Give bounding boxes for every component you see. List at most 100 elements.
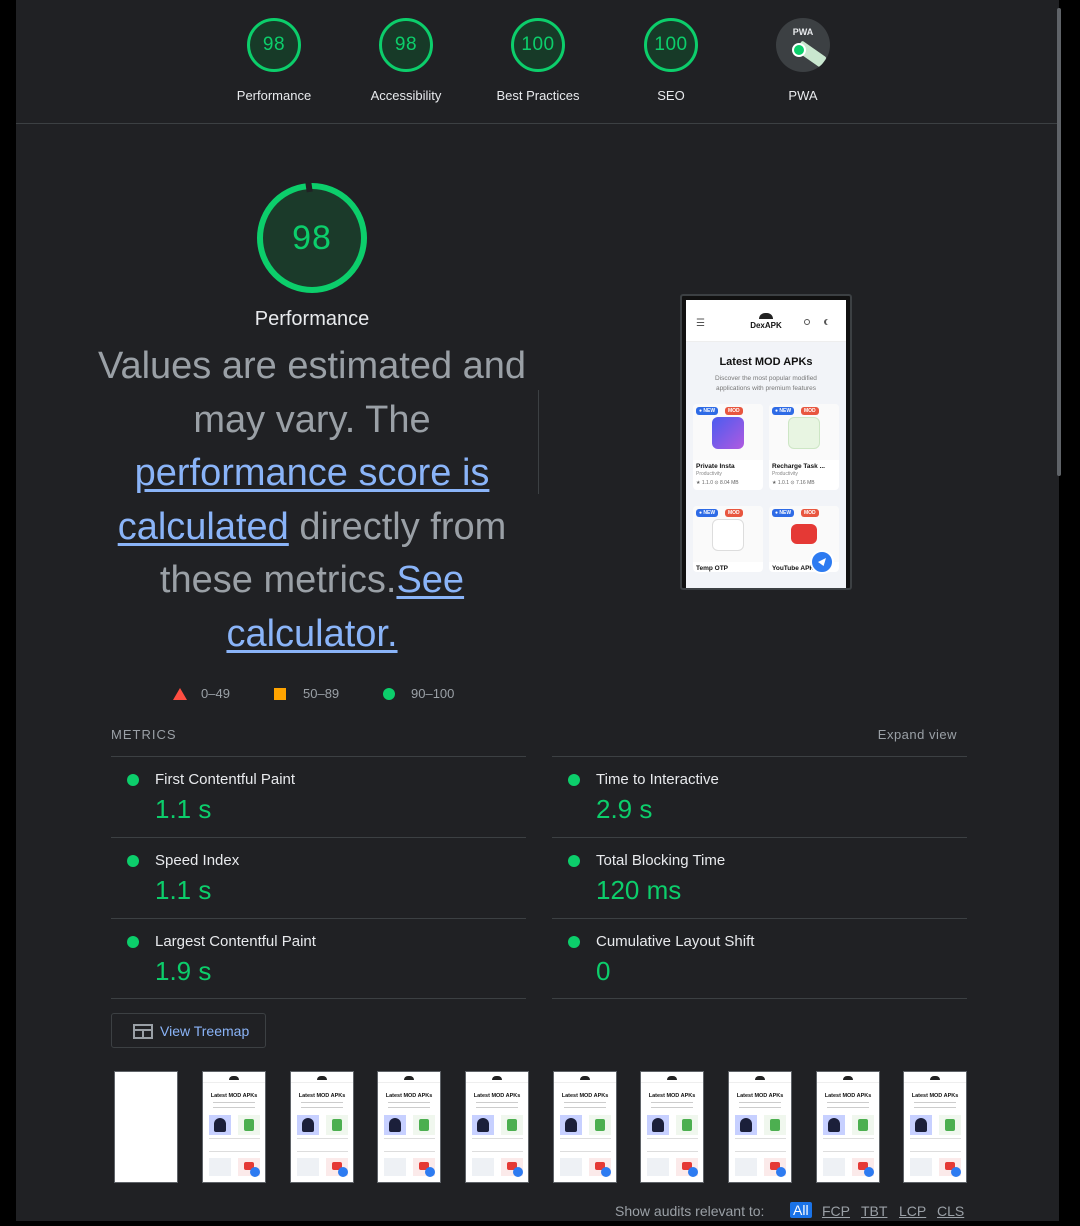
- telegram-icon: [688, 1167, 698, 1177]
- telegram-icon: [810, 550, 834, 574]
- telegram-icon: [864, 1167, 874, 1177]
- metric-name: Largest Contentful Paint: [155, 933, 316, 950]
- logo-icon: [229, 1076, 239, 1080]
- temp-otp-app-icon: [712, 519, 744, 551]
- gauge-label: Best Practices: [496, 88, 580, 103]
- filmstrip-frame: Latest MOD APKs: [202, 1071, 266, 1183]
- gauge-accessibility[interactable]: 98 Accessibility: [351, 18, 461, 103]
- pass-circle-icon: [127, 936, 139, 948]
- frame-card: [764, 1115, 786, 1135]
- scrollbar-thumb[interactable]: [1057, 8, 1061, 476]
- frame-title: Latest MOD APKs: [210, 1093, 258, 1099]
- app-meta: ★ 1.1.0 ⊙ 8.04 MB: [696, 480, 739, 486]
- new-badge: ● NEW: [696, 509, 719, 517]
- app-thumb: ● NEW MOD: [769, 404, 839, 460]
- gauge-ring: 98: [247, 18, 301, 72]
- frame-card: [472, 1158, 494, 1176]
- frame-card: [910, 1158, 932, 1176]
- metric-speed-index: Speed Index 1.1 s: [111, 837, 526, 918]
- gauge-performance[interactable]: 98 Performance: [219, 18, 329, 103]
- frame-card: [297, 1158, 319, 1176]
- filmstrip-frame: Latest MOD APKs: [903, 1071, 967, 1183]
- frame-header: [641, 1082, 703, 1083]
- frame-card-text: [472, 1138, 523, 1152]
- new-badge: ● NEW: [772, 509, 795, 517]
- gauge-label: PWA: [788, 88, 818, 103]
- frame-subtitle: [827, 1102, 869, 1108]
- frame-card: [910, 1115, 932, 1135]
- telegram-icon: [250, 1167, 260, 1177]
- filmstrip-frame: Latest MOD APKs: [465, 1071, 529, 1183]
- telegram-icon: [776, 1167, 786, 1177]
- metrics-heading: METRICS: [111, 727, 177, 742]
- pass-circle-icon: [568, 936, 580, 948]
- frame-card: [939, 1115, 961, 1135]
- app-card: ● NEW MOD Private Insta Productivity ★ 1…: [693, 404, 763, 490]
- app-name: Private Insta: [696, 463, 735, 470]
- telegram-icon: [601, 1167, 611, 1177]
- frame-header: [904, 1082, 966, 1083]
- performance-main-gauge: 98: [257, 181, 367, 293]
- logo-icon: [755, 1076, 765, 1080]
- telegram-icon: [951, 1167, 961, 1177]
- show-audits-label: Show audits relevant to:: [615, 1203, 765, 1219]
- frame-card: [209, 1115, 231, 1135]
- filter-cls[interactable]: CLS: [937, 1203, 964, 1219]
- frame-card: [297, 1115, 319, 1135]
- gauge-best-practices[interactable]: 100 Best Practices: [483, 18, 593, 103]
- screenshot-subheading: Discover the most popular modified appli…: [715, 375, 817, 392]
- gauge-label: SEO: [657, 88, 685, 103]
- pass-circle-icon: [127, 855, 139, 867]
- desc-text: Values are estimated and may vary. The: [97, 345, 527, 441]
- mod-badge: MOD: [801, 509, 819, 517]
- final-screenshot[interactable]: ☰ DexAPK Latest MOD APKs Discover the mo…: [680, 294, 852, 590]
- gauge-label: Accessibility: [370, 88, 442, 103]
- telegram-icon: [425, 1167, 435, 1177]
- performance-description: Values are estimated and may vary. The p…: [92, 340, 532, 661]
- screenshot-screen: ☰ DexAPK Latest MOD APKs Discover the mo…: [686, 300, 846, 588]
- screenshot-header: ☰ DexAPK: [686, 300, 846, 342]
- mod-badge: MOD: [725, 509, 743, 517]
- metric-fcp: First Contentful Paint 1.1 s: [111, 756, 526, 837]
- app-category: Productivity: [772, 471, 798, 477]
- filmstrip-frame: Latest MOD APKs: [377, 1071, 441, 1183]
- frame-subtitle: [476, 1102, 518, 1108]
- app-name: Recharge Task ...: [772, 463, 825, 470]
- frame-card: [560, 1115, 582, 1135]
- filter-all[interactable]: All: [790, 1202, 812, 1218]
- frame-header: [466, 1082, 528, 1083]
- app-card: ● NEW MOD Recharge Task ... Productivity…: [769, 404, 839, 490]
- frame-title: Latest MOD APKs: [298, 1093, 346, 1099]
- frame-header: [729, 1082, 791, 1083]
- divider: [538, 390, 539, 494]
- metric-value: 120 ms: [596, 875, 682, 905]
- filter-fcp[interactable]: FCP: [822, 1203, 850, 1219]
- pass-circle-icon: [568, 855, 580, 867]
- screenshot-heading: Latest MOD APKs: [719, 356, 813, 368]
- average-square-icon: [274, 688, 286, 700]
- metric-lcp: Largest Contentful Paint 1.9 s: [111, 918, 526, 999]
- gauge-seo[interactable]: 100 SEO: [616, 18, 726, 103]
- gauge-pwa[interactable]: PWA PWA: [748, 18, 858, 103]
- filter-lcp[interactable]: LCP: [899, 1203, 926, 1219]
- recharge-app-icon: [788, 417, 820, 449]
- view-treemap-button[interactable]: View Treemap: [111, 1013, 266, 1048]
- category-summary-bar: 98 Performance 98 Accessibility 100 Best…: [16, 0, 1059, 124]
- pwa-badge-icon: PWA: [776, 18, 830, 72]
- frame-title: Latest MOD APKs: [911, 1093, 959, 1099]
- performance-title: Performance: [254, 308, 370, 330]
- frame-subtitle: [301, 1102, 343, 1108]
- frame-card: [472, 1115, 494, 1135]
- lighthouse-report: 98 Performance 98 Accessibility 100 Best…: [16, 0, 1059, 1226]
- frame-card: [852, 1115, 874, 1135]
- filter-tbt[interactable]: TBT: [861, 1203, 887, 1219]
- telegram-icon: [513, 1167, 523, 1177]
- mod-badge: MOD: [725, 407, 743, 415]
- expand-view-toggle[interactable]: Expand view: [836, 727, 957, 742]
- logo-icon: [930, 1076, 940, 1080]
- frame-header: [203, 1082, 265, 1083]
- fail-triangle-icon: [173, 688, 187, 700]
- frame-card-text: [297, 1138, 348, 1152]
- frame-card-text: [823, 1138, 874, 1152]
- new-badge: ● NEW: [696, 407, 719, 415]
